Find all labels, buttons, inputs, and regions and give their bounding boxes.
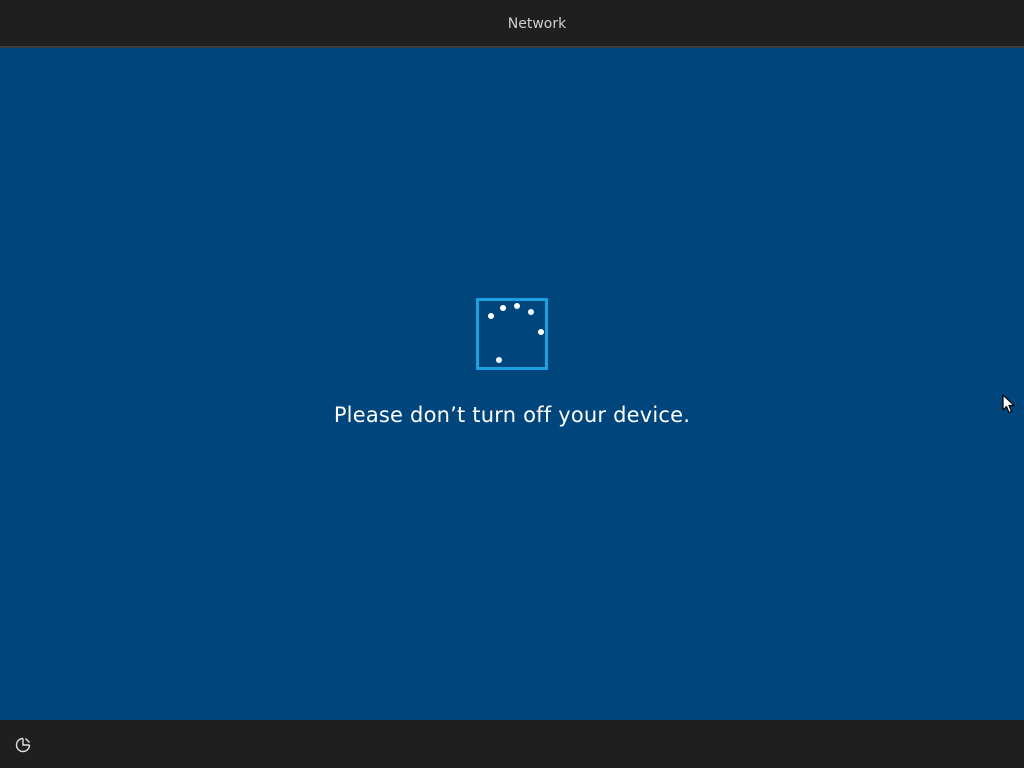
top-bar: Network: [0, 0, 1024, 48]
status-message: Please don’t turn off your device.: [333, 403, 691, 427]
loading-spinner-icon: [476, 298, 548, 370]
ease-of-access-icon: [15, 737, 31, 753]
spinner-dot: [496, 357, 502, 363]
tab-network: Network: [440, 0, 634, 48]
spinner-dots: [488, 303, 544, 363]
mouse-pointer-icon: [1002, 394, 1015, 414]
tab-network-label: Network: [507, 16, 567, 32]
bottom-bar: [0, 720, 1024, 768]
spinner-dot: [500, 305, 506, 311]
ease-of-access-button[interactable]: [10, 732, 36, 758]
spinner-dot: [488, 313, 494, 319]
spinner-dot: [514, 303, 520, 309]
spinner-dot: [538, 329, 544, 335]
spinner-dot: [528, 309, 534, 315]
main-content: Please don’t turn off your device.: [0, 48, 1024, 720]
